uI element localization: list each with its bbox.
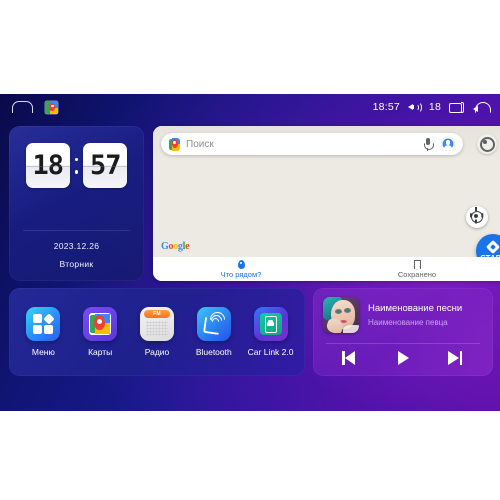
bookmark-icon: [413, 259, 421, 269]
app-radio[interactable]: FM Радио: [130, 307, 184, 357]
volume-icon[interactable]: [407, 101, 423, 114]
music-controls: [313, 349, 493, 367]
app-car-link[interactable]: Car Link 2.0: [244, 307, 298, 357]
clock-minutes: 57: [83, 143, 128, 188]
car-head-unit-screen: 18:57 18 18 57 2023.12.26 Вторник Поиск …: [0, 94, 500, 411]
status-bar: 18:57 18: [0, 94, 500, 120]
place-pin-icon: [237, 259, 245, 269]
map-bottom-bar: Что рядом? Сохранено: [153, 257, 500, 281]
fm-radio-icon: FM: [139, 307, 174, 341]
google-maps-icon: [83, 307, 118, 341]
tab-saved-label: Сохранено: [397, 269, 437, 279]
status-time: 18:57: [372, 101, 400, 113]
navigation-arrow-icon: [485, 239, 500, 254]
track-title: Наименование песни: [368, 303, 463, 314]
apps-grid-icon: [26, 307, 61, 341]
map-canvas[interactable]: Поиск Google СТАРТ: [153, 126, 500, 268]
google-watermark: Google: [161, 241, 190, 252]
app-menu[interactable]: Меню: [16, 307, 70, 357]
bluetooth-phone-icon: [196, 307, 231, 341]
google-maps-pin-icon: [169, 137, 180, 151]
play-icon[interactable]: [392, 349, 414, 367]
app-bluetooth[interactable]: Bluetooth: [187, 307, 241, 357]
clock-date: 2023.12.26: [53, 241, 100, 251]
home-icon[interactable]: [12, 101, 33, 113]
music-widget[interactable]: Наименование песни Наименование певца: [313, 288, 493, 376]
app-menu-label: Меню: [31, 347, 55, 357]
account-avatar-icon[interactable]: [441, 137, 455, 151]
tab-nearby-label: Что рядом?: [220, 269, 262, 279]
locate-me-icon[interactable]: [466, 206, 488, 228]
app-dock: Меню Карты FM Радио Bluetooth Car Link 2…: [9, 288, 305, 376]
status-bar-left: [12, 100, 58, 114]
music-metadata: Наименование песни Наименование певца: [368, 303, 462, 327]
music-header: Наименование песни Наименование певца: [313, 288, 493, 333]
app-radio-label: Радио: [144, 347, 170, 357]
tab-nearby[interactable]: Что рядом?: [153, 257, 329, 281]
car-link-icon: [253, 307, 288, 341]
track-artist: Наименование певца: [368, 318, 448, 327]
volume-level: 18: [428, 101, 441, 113]
fm-display: FM: [143, 310, 170, 318]
music-divider: [326, 343, 480, 344]
tab-saved[interactable]: Сохранено: [329, 257, 500, 281]
search-placeholder: Поиск: [186, 138, 214, 150]
app-maps-label: Карты: [88, 347, 113, 357]
clock-colon: [74, 157, 80, 174]
recents-icon[interactable]: [449, 101, 465, 113]
clock-weekday: Вторник: [59, 259, 94, 269]
clock-divider: [23, 230, 130, 231]
clock-hours: 18: [25, 143, 70, 188]
google-maps-icon[interactable]: [45, 100, 58, 114]
flip-clock: 18 57: [9, 126, 144, 188]
radio-grille: [145, 321, 168, 336]
settings-gear-icon[interactable]: [477, 134, 497, 154]
app-bluetooth-label: Bluetooth: [195, 347, 232, 357]
microphone-icon[interactable]: [423, 137, 434, 151]
maps-widget[interactable]: Поиск Google СТАРТ: [153, 126, 500, 281]
app-maps[interactable]: Карты: [73, 307, 127, 357]
search-input[interactable]: Поиск: [161, 133, 463, 155]
skip-next-icon[interactable]: [443, 349, 465, 367]
app-car-link-label: Car Link 2.0: [247, 347, 294, 357]
album-art: [323, 297, 359, 333]
status-bar-right: 18:57 18: [372, 101, 491, 114]
skip-previous-icon[interactable]: [341, 349, 363, 367]
clock-widget[interactable]: 18 57 2023.12.26 Вторник: [9, 126, 144, 281]
back-icon[interactable]: [473, 101, 491, 114]
